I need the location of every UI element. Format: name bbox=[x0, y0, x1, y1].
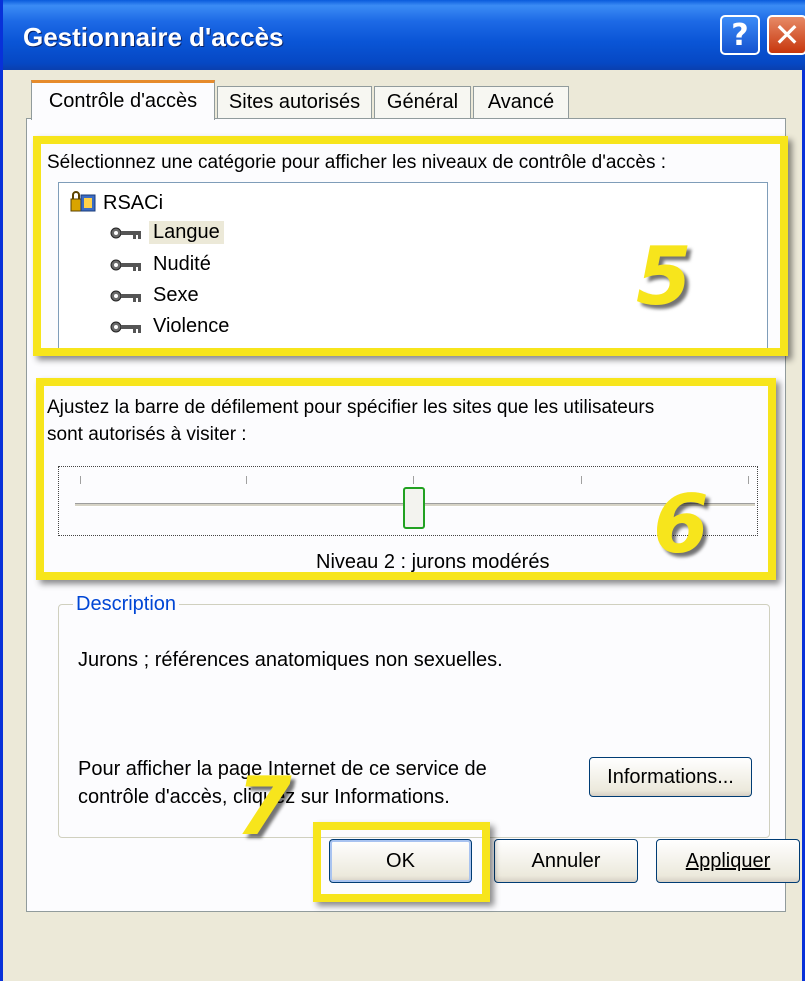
annotation-number-7: 7 bbox=[236, 760, 292, 853]
annotation-number-6: 6 bbox=[653, 478, 709, 571]
annotation-number-5: 5 bbox=[636, 230, 692, 323]
help-icon: ? bbox=[731, 17, 749, 53]
close-icon: ✕ bbox=[773, 16, 801, 54]
tab-label: Général bbox=[386, 91, 459, 113]
cancel-label: Annuler bbox=[531, 849, 601, 872]
tab-controle-acces[interactable]: Contrôle d'accès bbox=[31, 80, 215, 120]
help-button[interactable]: ? bbox=[720, 15, 760, 55]
tab-label: Contrôle d'accès bbox=[48, 90, 198, 112]
apply-label: Appliquer bbox=[685, 849, 771, 872]
title-bar[interactable]: Gestionnaire d'accès ? ✕ bbox=[3, 0, 805, 70]
description-legend: Description bbox=[73, 593, 180, 616]
tab-label: Avancé bbox=[487, 91, 555, 113]
description-text: Jurons ; références anatomiques non sexu… bbox=[78, 649, 503, 671]
tab-sites-autorises[interactable]: Sites autorisés bbox=[217, 86, 372, 118]
apply-button[interactable]: Appliquer bbox=[656, 839, 800, 883]
tab-avance[interactable]: Avancé bbox=[473, 86, 569, 118]
informations-button[interactable]: Informations... bbox=[589, 757, 752, 797]
dialog-window: Gestionnaire d'accès ? ✕ Contrôle d'accè… bbox=[0, 0, 805, 981]
tab-label: Sites autorisés bbox=[228, 91, 361, 113]
informations-label: Informations... bbox=[607, 765, 734, 788]
close-button[interactable]: ✕ bbox=[767, 15, 805, 55]
tab-general[interactable]: Général bbox=[374, 86, 471, 118]
highlight-box-7 bbox=[313, 822, 490, 902]
cancel-button[interactable]: Annuler bbox=[494, 839, 638, 883]
window-title: Gestionnaire d'accès bbox=[23, 22, 284, 52]
